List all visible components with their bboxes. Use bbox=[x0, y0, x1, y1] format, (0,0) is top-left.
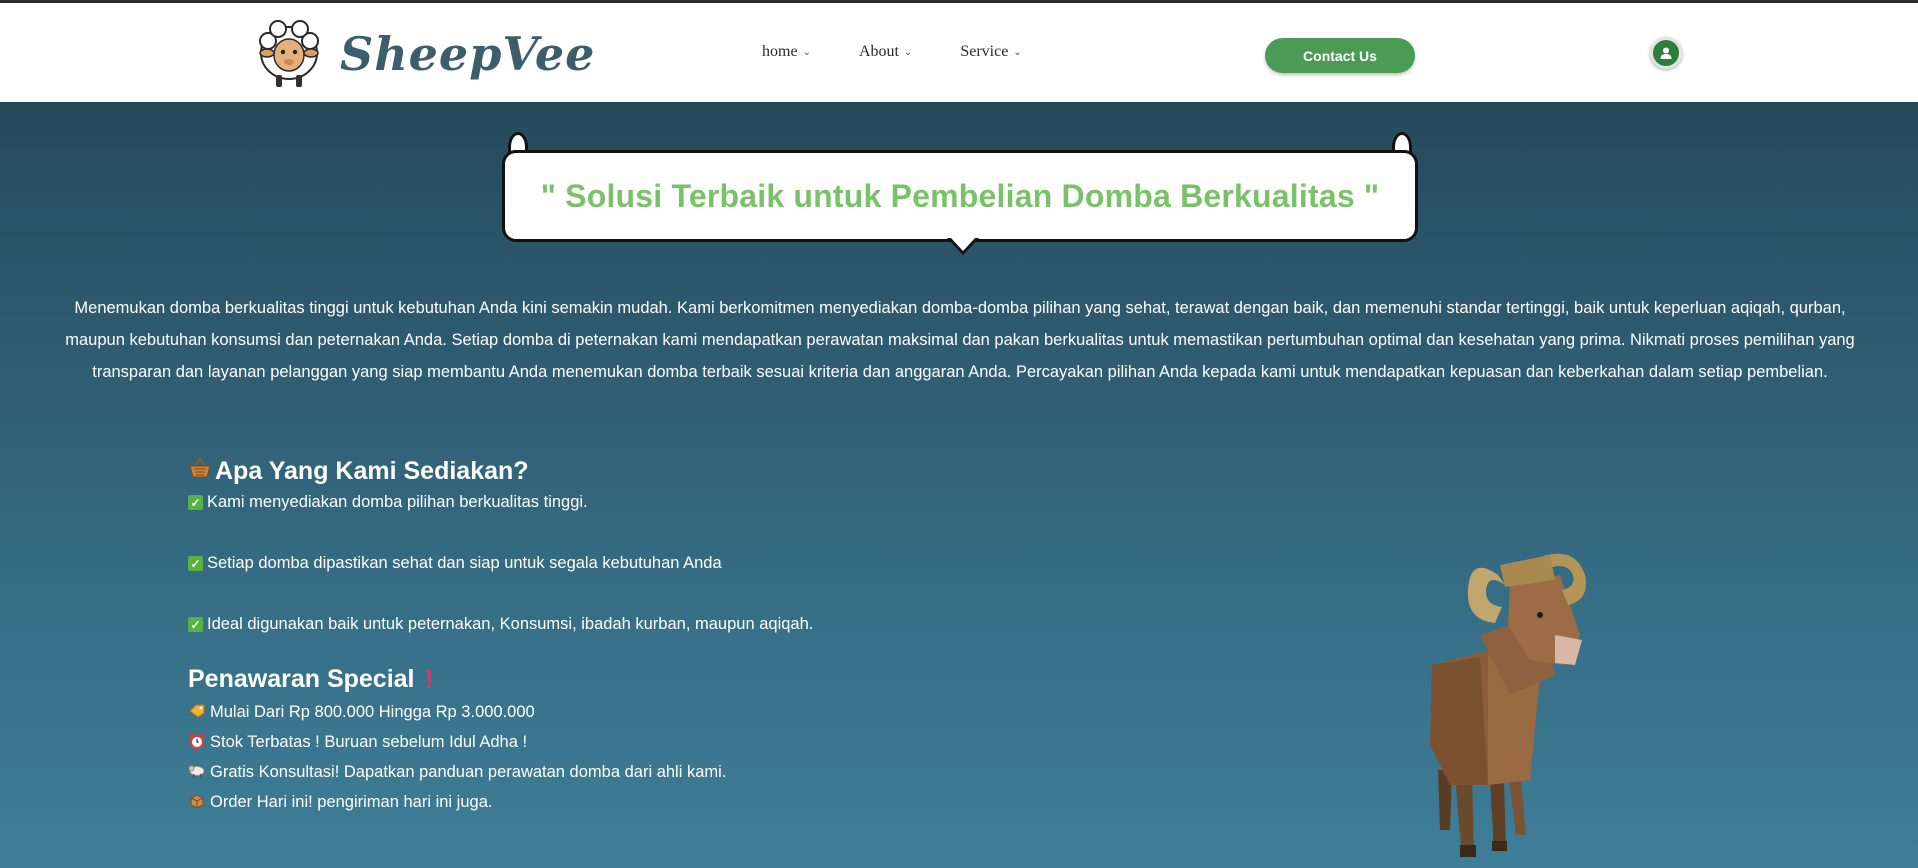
user-account-button[interactable] bbox=[1650, 37, 1682, 69]
offer-item: Stok Terbatas ! Buruan sebelum Idul Adha… bbox=[188, 733, 948, 752]
offer-item-text: Mulai Dari Rp 800.000 Hingga Rp 3.000.00… bbox=[210, 703, 535, 721]
offer-item: Mulai Dari Rp 800.000 Hingga Rp 3.000.00… bbox=[188, 703, 948, 722]
alarm-clock-icon bbox=[188, 733, 206, 752]
provide-item: ✓ Setiap domba dipastikan sehat dan siap… bbox=[188, 554, 948, 573]
logo[interactable]: SheepVee bbox=[258, 19, 595, 89]
basket-icon bbox=[188, 456, 212, 487]
provide-item: ✓ Ideal digunakan baik untuk peternakan,… bbox=[188, 615, 948, 634]
package-icon bbox=[188, 793, 206, 812]
chevron-down-icon: ⌄ bbox=[802, 46, 811, 58]
offer-item: Gratis Konsultasi! Dapatkan panduan pera… bbox=[188, 763, 948, 782]
sheep-logo-icon bbox=[259, 20, 319, 87]
nav-home[interactable]: home ⌄ bbox=[762, 43, 811, 61]
provide-heading-text: Apa Yang Kami Sediakan? bbox=[215, 457, 529, 485]
provide-item-text: Kami menyediakan domba pilihan berkualit… bbox=[207, 493, 588, 511]
intro-paragraph: Menemukan domba berkualitas tinggi untuk… bbox=[40, 292, 1880, 388]
check-icon: ✓ bbox=[188, 617, 203, 632]
exclamation-icon: ! bbox=[424, 664, 434, 694]
nav-about-label: About bbox=[858, 43, 899, 60]
intro-line: maupun kebutuhan konsumsi dan peternakan… bbox=[65, 331, 1855, 349]
bubble-box: " Solusi Terbaik untuk Pembelian Domba B… bbox=[502, 150, 1418, 242]
nav-service[interactable]: Service ⌄ bbox=[960, 43, 1021, 61]
ram-illustration bbox=[1430, 553, 1586, 857]
chevron-down-icon: ⌄ bbox=[903, 46, 913, 58]
hero-title: " Solusi Terbaik untuk Pembelian Domba B… bbox=[540, 177, 1380, 214]
price-tag-icon bbox=[188, 704, 206, 721]
ram-icon bbox=[188, 764, 206, 781]
offer-item-text: Order Hari ini! pengiriman hari ini juga… bbox=[210, 793, 493, 811]
provide-item: ✓ Kami menyediakan domba pilihan berkual… bbox=[188, 493, 948, 512]
chevron-down-icon: ⌄ bbox=[1013, 46, 1022, 58]
offer-heading-text: Penawaran Special bbox=[188, 665, 415, 693]
user-icon bbox=[1660, 47, 1672, 59]
brand-name: SheepVee bbox=[340, 27, 596, 81]
navbar: SheepVee home ⌄ About ⌄ Service ⌄ Contac… bbox=[0, 3, 1918, 102]
nav-about[interactable]: About ⌄ bbox=[859, 43, 912, 61]
main-nav: home ⌄ About ⌄ Service ⌄ bbox=[762, 43, 1022, 61]
offer-item-text: Stok Terbatas ! Buruan sebelum Idul Adha… bbox=[210, 733, 528, 751]
offer-item-text: Gratis Konsultasi! Dapatkan panduan pera… bbox=[210, 763, 727, 781]
bubble-tail-inner bbox=[950, 237, 976, 251]
check-icon: ✓ bbox=[188, 495, 203, 510]
features-column: Apa Yang Kami Sediakan? ✓ Kami menyediak… bbox=[188, 456, 948, 812]
intro-line: Menemukan domba berkualitas tinggi untuk… bbox=[74, 299, 1846, 317]
check-icon: ✓ bbox=[188, 556, 203, 571]
offer-heading: Penawaran Special ! bbox=[188, 664, 948, 695]
intro-line: transparan dan layanan pelanggan yang si… bbox=[92, 363, 1828, 381]
provide-heading: Apa Yang Kami Sediakan? bbox=[188, 456, 948, 487]
provide-item-text: Ideal digunakan baik untuk peternakan, K… bbox=[207, 615, 814, 633]
speech-bubble: " Solusi Terbaik untuk Pembelian Domba B… bbox=[500, 128, 1420, 263]
provide-item-text: Setiap domba dipastikan sehat dan siap u… bbox=[207, 554, 722, 572]
nav-home-label: home bbox=[762, 43, 798, 60]
contact-us-button[interactable]: Contact Us bbox=[1265, 38, 1415, 73]
nav-service-label: Service bbox=[960, 43, 1009, 60]
offer-item: Order Hari ini! pengiriman hari ini juga… bbox=[188, 793, 948, 812]
